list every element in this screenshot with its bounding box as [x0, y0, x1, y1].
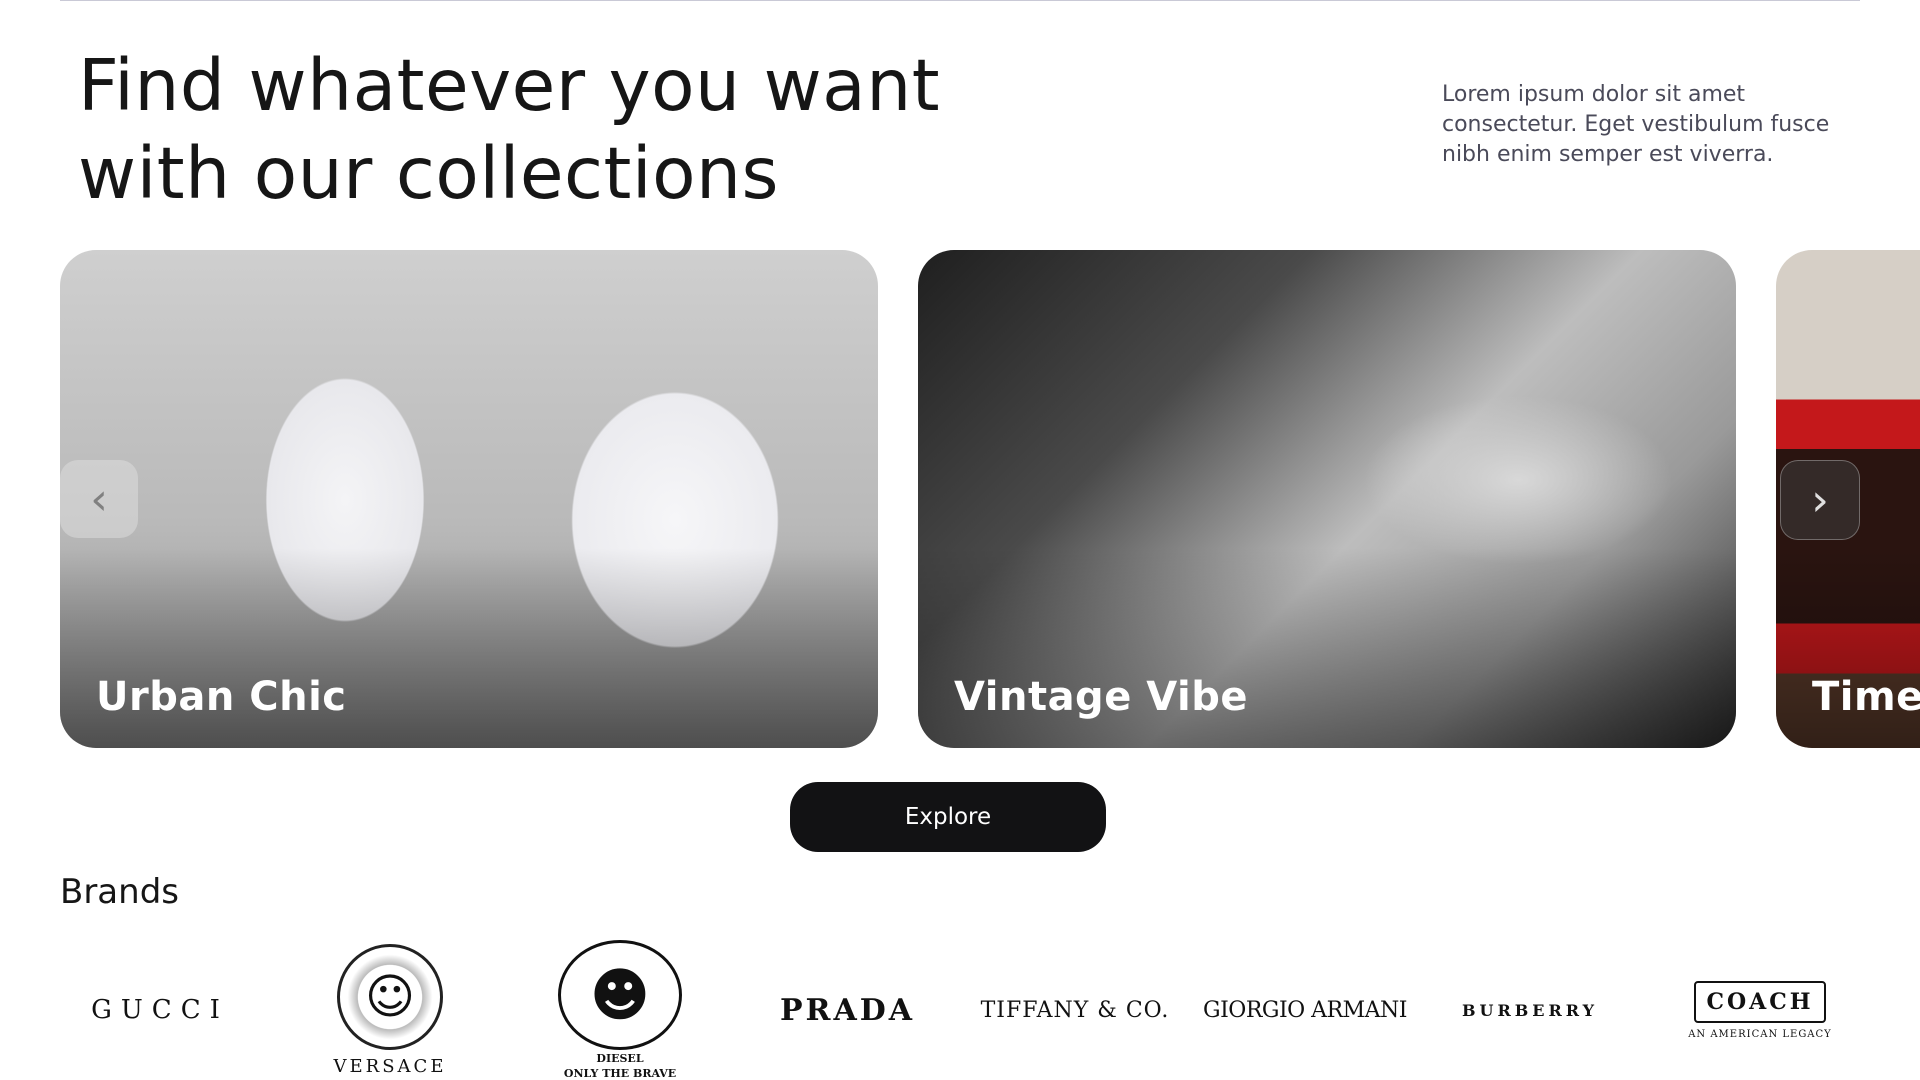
- brand-name: VERSACE: [333, 1055, 447, 1077]
- collection-card-title: Vintage Vibe: [954, 674, 1248, 720]
- brand-name: COACH: [1706, 988, 1814, 1015]
- brand-name: TIFFANY & CO.: [980, 997, 1170, 1023]
- brand-logo-prada[interactable]: PRADA: [775, 940, 920, 1080]
- explore-button[interactable]: Explore: [790, 782, 1106, 852]
- brand-name: GUCCI: [91, 995, 229, 1025]
- brand-logo-versace[interactable]: ☺ VERSACE: [320, 940, 460, 1080]
- brand-logo-tiffany[interactable]: TIFFANY & CO.: [981, 940, 1169, 1080]
- brand-name: GIORGIO ARMANI: [1203, 997, 1407, 1023]
- collection-card-vintage-vibe[interactable]: Vintage Vibe: [918, 250, 1736, 748]
- brand-slogan: ONLY THE BRAVE: [563, 1067, 677, 1080]
- brand-logo-burberry[interactable]: BURBERRY: [1455, 940, 1605, 1080]
- brand-name: PRADA: [779, 992, 916, 1028]
- chevron-right-icon: ›: [1811, 474, 1829, 526]
- mohawk-head-icon: ☻: [558, 940, 682, 1050]
- collection-card-title: Urban Chic: [96, 674, 347, 720]
- brand-logo-armani[interactable]: GIORGIO ARMANI: [1203, 940, 1407, 1080]
- page-title: Find whatever you want with our collecti…: [78, 44, 941, 215]
- page-subtitle: Lorem ipsum dolor sit amet consectetur. …: [1442, 82, 1830, 167]
- collection-card-urban-chic[interactable]: Urban Chic: [60, 250, 878, 748]
- chevron-left-icon: ‹: [90, 473, 108, 525]
- coach-frame: COACH: [1694, 980, 1826, 1023]
- brand-name: BURBERRY: [1461, 1000, 1598, 1020]
- carousel-prev-button[interactable]: ‹: [60, 460, 138, 538]
- collection-card-title: Timele: [1812, 674, 1920, 720]
- medusa-icon: ☺: [337, 943, 443, 1050]
- collections-carousel: Urban Chic Vintage Vibe Timele: [0, 250, 1920, 748]
- brand-tagline: AN AMERICAN LEGACY: [1688, 1028, 1832, 1040]
- carousel-next-button[interactable]: ›: [1780, 460, 1860, 540]
- brand-name: DIESEL: [596, 1052, 644, 1065]
- top-divider: [60, 0, 1860, 1]
- brand-logo-diesel[interactable]: ☻ DIESEL ONLY THE BRAVE: [545, 940, 695, 1080]
- brands-heading: Brands: [60, 872, 179, 912]
- brand-logo-coach[interactable]: COACH AN AMERICAN LEGACY: [1685, 940, 1835, 1080]
- brand-logo-gucci[interactable]: GUCCI: [90, 940, 230, 1080]
